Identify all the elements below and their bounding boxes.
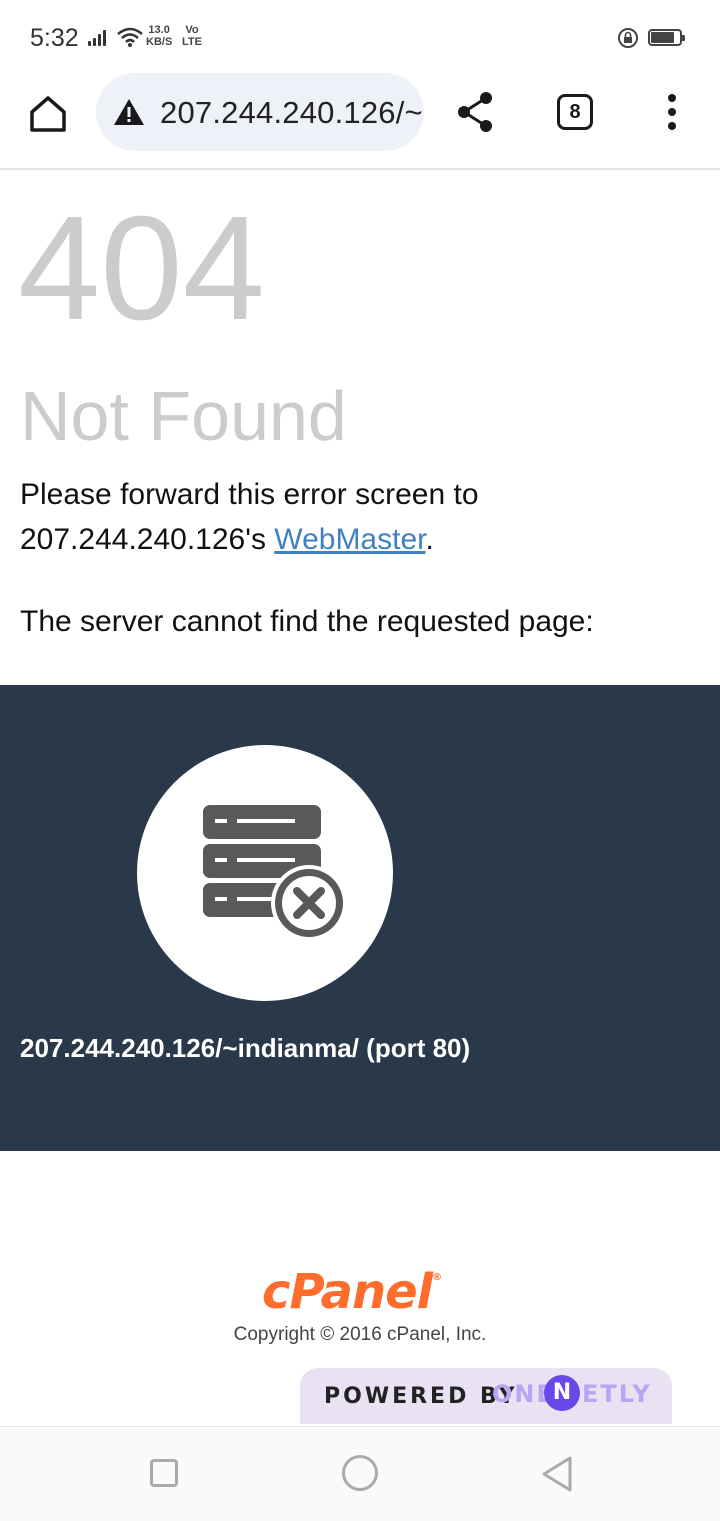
webmaster-link[interactable]: WebMaster bbox=[274, 523, 425, 556]
rotation-lock-icon bbox=[618, 28, 638, 48]
cpanel-logo[interactable]: cPanel® bbox=[262, 1264, 442, 1320]
signal-icon bbox=[88, 30, 110, 46]
network-speed-unit: KB/S bbox=[146, 36, 173, 48]
powered-by-badge[interactable]: POWERED BY ONE N ETLY bbox=[300, 1368, 672, 1424]
battery-icon bbox=[648, 29, 685, 46]
battery-fill bbox=[651, 32, 674, 43]
network-speed-value: 13.0 bbox=[148, 24, 170, 36]
registered-mark: ® bbox=[432, 1272, 442, 1283]
share-icon[interactable] bbox=[454, 90, 498, 134]
server-error-icon bbox=[203, 805, 345, 939]
requested-path-panel: 207.244.240.126/~indianma/ (port 80) bbox=[0, 685, 720, 1151]
network-speed: 13.0 KB/S bbox=[146, 24, 172, 48]
status-bar: 5:32 13.0 KB/S Vo LTE bbox=[0, 0, 720, 72]
home-icon[interactable] bbox=[26, 92, 70, 136]
volte-top: Vo bbox=[185, 24, 199, 36]
wifi-icon bbox=[117, 27, 143, 47]
system-nav-bar bbox=[0, 1426, 720, 1521]
volte-indicator: Vo LTE bbox=[182, 24, 202, 48]
address-bar[interactable]: 207.244.240.126/~indianma/ bbox=[96, 73, 424, 151]
warning-icon[interactable] bbox=[112, 97, 146, 127]
tab-switcher-button[interactable]: 8 bbox=[557, 94, 593, 130]
more-menu-icon[interactable] bbox=[656, 92, 688, 132]
cpanel-logo-text: cPanel bbox=[262, 1264, 433, 1320]
url-text[interactable]: 207.244.240.126/~indianma/ bbox=[160, 95, 424, 131]
server-message: The server cannot find the requested pag… bbox=[20, 605, 594, 638]
back-icon[interactable] bbox=[540, 1455, 574, 1493]
browser-toolbar: 207.244.240.126/~indianma/ 8 bbox=[0, 72, 720, 170]
error-title: Not Found bbox=[20, 377, 347, 455]
home-button[interactable] bbox=[342, 1455, 378, 1491]
powered-by-label: POWERED BY bbox=[324, 1384, 518, 1409]
error-message: Please forward this error screen to 207.… bbox=[20, 472, 700, 562]
copyright-text: Copyright © 2016 cPanel, Inc. bbox=[233, 1324, 487, 1345]
error-code: 404 bbox=[18, 186, 265, 351]
brand-etly: ETLY bbox=[582, 1380, 652, 1408]
message-suffix: . bbox=[425, 523, 434, 556]
requested-path: 207.244.240.126/~indianma/ (port 80) bbox=[20, 1033, 471, 1063]
recent-apps-button[interactable] bbox=[150, 1459, 178, 1487]
server-icon-circle bbox=[137, 745, 393, 1001]
status-time: 5:32 bbox=[30, 24, 79, 52]
volte-bottom: LTE bbox=[182, 36, 202, 48]
brand-n-logo: N bbox=[544, 1375, 580, 1411]
